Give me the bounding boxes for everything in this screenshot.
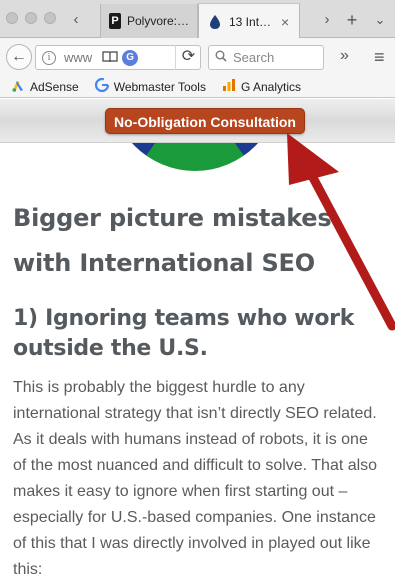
tab-strip: ‹ P Polyvore:… 13 Int… × › + ⌄ — [0, 0, 395, 39]
bookmarks-bar: AdSense Webmaster Tools G Analytics — [0, 76, 395, 98]
tab-scroll-left-icon[interactable]: ‹ — [64, 8, 88, 32]
close-window-icon[interactable] — [6, 12, 18, 24]
arrow-left-icon: ← — [11, 48, 27, 65]
bookmark-g-analytics[interactable]: G Analytics — [222, 78, 301, 95]
bookmark-adsense[interactable]: AdSense — [11, 78, 79, 95]
search-icon — [215, 50, 227, 65]
zoom-window-icon[interactable] — [44, 12, 56, 24]
reader-view-icon[interactable] — [102, 50, 118, 66]
tab-scroll-right-icon[interactable]: › — [315, 8, 339, 32]
google-extension-icon[interactable]: G — [122, 49, 139, 66]
section-heading: 1) Ignoring teams who work outside the U… — [13, 306, 355, 361]
tab-title: 13 Int… — [229, 14, 272, 29]
bookmark-label: AdSense — [30, 79, 79, 94]
drop-favicon-icon — [207, 14, 223, 30]
tab-polyvore[interactable]: P Polyvore:… — [100, 4, 198, 38]
consultation-button[interactable]: No-Obligation Consultation — [105, 108, 305, 134]
minimize-window-icon[interactable] — [25, 12, 37, 24]
tab-title: Polyvore:… — [126, 14, 189, 28]
google-g-icon — [94, 77, 109, 95]
adsense-icon — [11, 78, 25, 95]
tab-13-international[interactable]: 13 Int… × — [198, 3, 300, 39]
polyvore-favicon-icon: P — [109, 13, 121, 29]
bookmark-label: G Analytics — [240, 79, 301, 94]
info-icon[interactable]: i — [42, 50, 56, 65]
search-bar[interactable]: Search — [208, 45, 324, 70]
back-button[interactable]: ← — [6, 44, 32, 70]
consultation-banner: No-Obligation Consultation — [0, 99, 395, 143]
page-content: No-Obligation Consultation Bigger pictur… — [0, 99, 395, 585]
analytics-icon — [222, 78, 236, 95]
bookmark-label: Webmaster Tools — [113, 79, 206, 94]
url-text: www — [64, 50, 93, 65]
reload-button[interactable]: ⟳ — [175, 45, 201, 70]
tab-list-icon[interactable]: ⌄ — [368, 8, 392, 32]
overflow-menu-icon[interactable]: » — [340, 47, 349, 65]
article-heading: Bigger picture mistakes with Internation… — [13, 204, 332, 277]
reload-icon: ⟳ — [181, 48, 196, 65]
pie-image — [110, 143, 280, 171]
hamburger-menu-icon[interactable]: ≡ — [374, 47, 385, 68]
close-tab-icon[interactable]: × — [281, 14, 289, 30]
pie-graphic — [110, 143, 280, 171]
article-paragraph: This is probably the biggest hurdle to a… — [13, 379, 378, 578]
search-placeholder: Search — [233, 50, 275, 65]
navigation-toolbar: ← i www G ⟳ Search » ≡ — [0, 38, 395, 76]
new-tab-icon[interactable]: + — [340, 8, 364, 32]
bookmark-webmaster-tools[interactable]: Webmaster Tools — [94, 77, 206, 95]
